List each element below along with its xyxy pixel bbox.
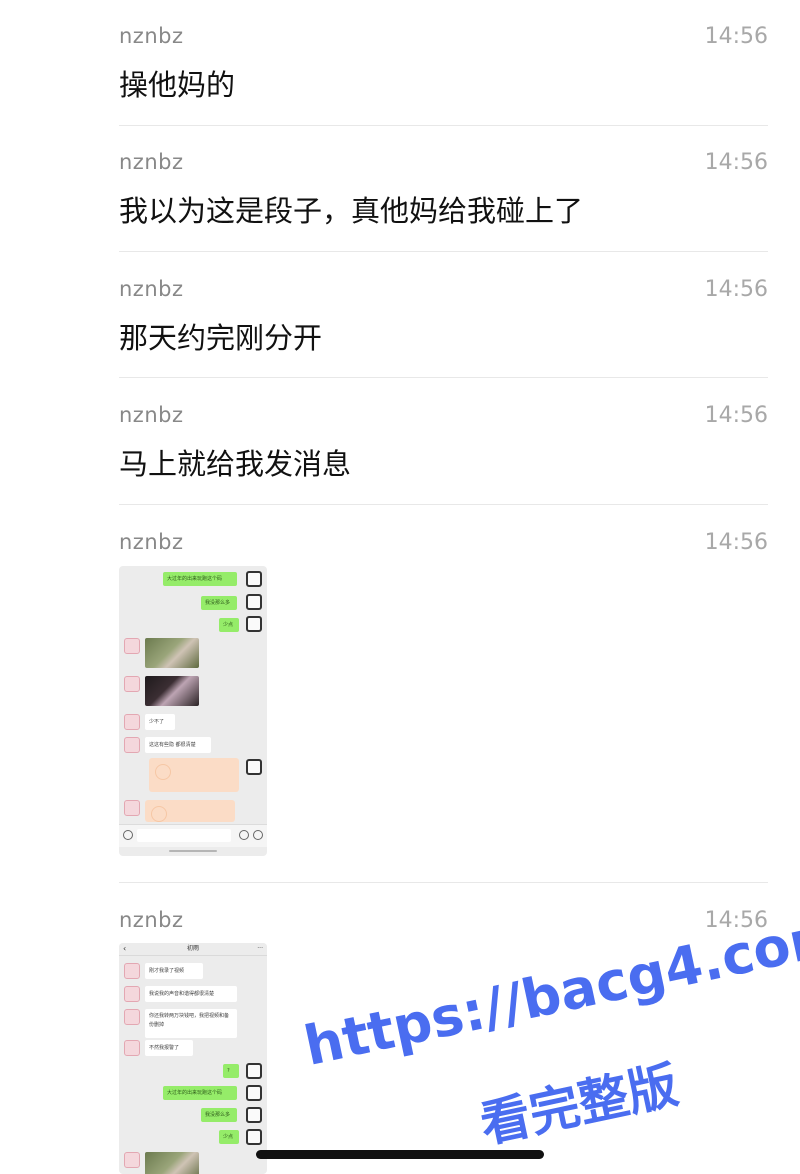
more-icon: ··· (257, 945, 263, 952)
watermark-caption: 看完整版 (475, 1055, 684, 1155)
back-chevron-icon: ‹ (123, 944, 127, 953)
avatar-icon (246, 1129, 262, 1145)
input-bar (119, 824, 267, 847)
avatar-icon (246, 594, 262, 610)
avatar-icon (124, 737, 140, 753)
chat-screenshot-image[interactable]: ‹ 初雨 ··· 刚才我录了视频 我说我的声音和谐得都很清楚 你还我转两万块钱吧… (119, 943, 267, 1174)
home-indicator[interactable] (256, 1150, 544, 1159)
message-time: 14:56 (704, 277, 768, 302)
divider (119, 882, 768, 883)
sender-name: nznbz (119, 530, 184, 554)
chat-bubble-sent: 少点 (219, 1130, 239, 1144)
message-text: 那天约完刚分开 (119, 321, 323, 355)
emoji-icon (239, 830, 249, 840)
avatar-icon (124, 986, 140, 1002)
sender-name: nznbz (119, 277, 184, 301)
avatar-icon (124, 714, 140, 730)
message-text: 我以为这是段子，真他妈给我碰上了 (119, 194, 584, 228)
message-time: 14:56 (704, 530, 768, 555)
chat-bubble-sent: 大过年的出来玩跑这个码 (163, 1086, 237, 1100)
home-bar (169, 850, 217, 852)
chat-bubble-sent: 大过年的出来玩跑这个码 (163, 572, 237, 586)
plus-icon (253, 830, 263, 840)
divider (119, 504, 768, 505)
chat-bubble-sent: ? (223, 1064, 239, 1078)
chat-record-page: nznbz 14:56 操他妈的 nznbz 14:56 我以为这是段子，真他妈… (0, 0, 800, 1174)
chat-bubble-received: 少不了 (145, 714, 175, 730)
avatar-icon (124, 1040, 140, 1056)
voice-icon (123, 830, 133, 840)
chat-screenshot-image[interactable]: 大过年的出来玩跑这个码 我没那么多 少点 少不了 这这有些隐 都很清楚 (119, 566, 267, 856)
sender-name: nznbz (119, 150, 184, 174)
sender-name: nznbz (119, 403, 184, 427)
avatar-icon (246, 1085, 262, 1101)
chat-title: 初雨 (186, 945, 199, 952)
message-text: 马上就给我发消息 (119, 447, 352, 481)
watermark-url: https://bacg4.com (298, 901, 800, 1078)
chat-bubble-sent: 我没那么多 (201, 1108, 237, 1122)
sender-name: nznbz (119, 908, 184, 932)
avatar-icon (124, 638, 140, 654)
avatar-icon (124, 963, 140, 979)
avatar-icon (246, 1063, 262, 1079)
avatar-icon (246, 1107, 262, 1123)
sender-name: nznbz (119, 24, 184, 48)
avatar-icon (246, 616, 262, 632)
divider (119, 377, 768, 378)
avatar-icon (246, 759, 262, 775)
photo-thumbnail (145, 638, 199, 668)
chat-bubble-received: 不然我报警了 (145, 1040, 193, 1056)
avatar-icon (124, 1152, 140, 1168)
message-time: 14:56 (704, 24, 768, 49)
chat-bubble-received: 刚才我录了视频 (145, 963, 203, 979)
divider (119, 125, 768, 126)
file-card (149, 758, 239, 792)
chat-bubble-received: 我说我的声音和谐得都很清楚 (145, 986, 237, 1002)
avatar-icon (124, 800, 140, 816)
divider (119, 251, 768, 252)
chat-header: ‹ 初雨 ··· (119, 943, 267, 956)
input-field (137, 829, 231, 842)
photo-thumbnail (145, 1152, 199, 1174)
photo-thumbnail (145, 676, 199, 706)
avatar-icon (246, 571, 262, 587)
avatar-icon (124, 1009, 140, 1025)
message-text: 操他妈的 (119, 68, 236, 102)
message-time: 14:56 (704, 150, 768, 175)
file-card (145, 800, 235, 822)
chat-bubble-sent: 少点 (219, 618, 239, 632)
avatar-icon (124, 676, 140, 692)
message-time: 14:56 (704, 403, 768, 428)
chat-bubble-sent: 我没那么多 (201, 596, 237, 610)
chat-bubble-received: 这这有些隐 都很清楚 (145, 737, 211, 753)
chat-bubble-received: 你还我转两万块钱吧，我把视频和备份删掉 (145, 1009, 237, 1038)
